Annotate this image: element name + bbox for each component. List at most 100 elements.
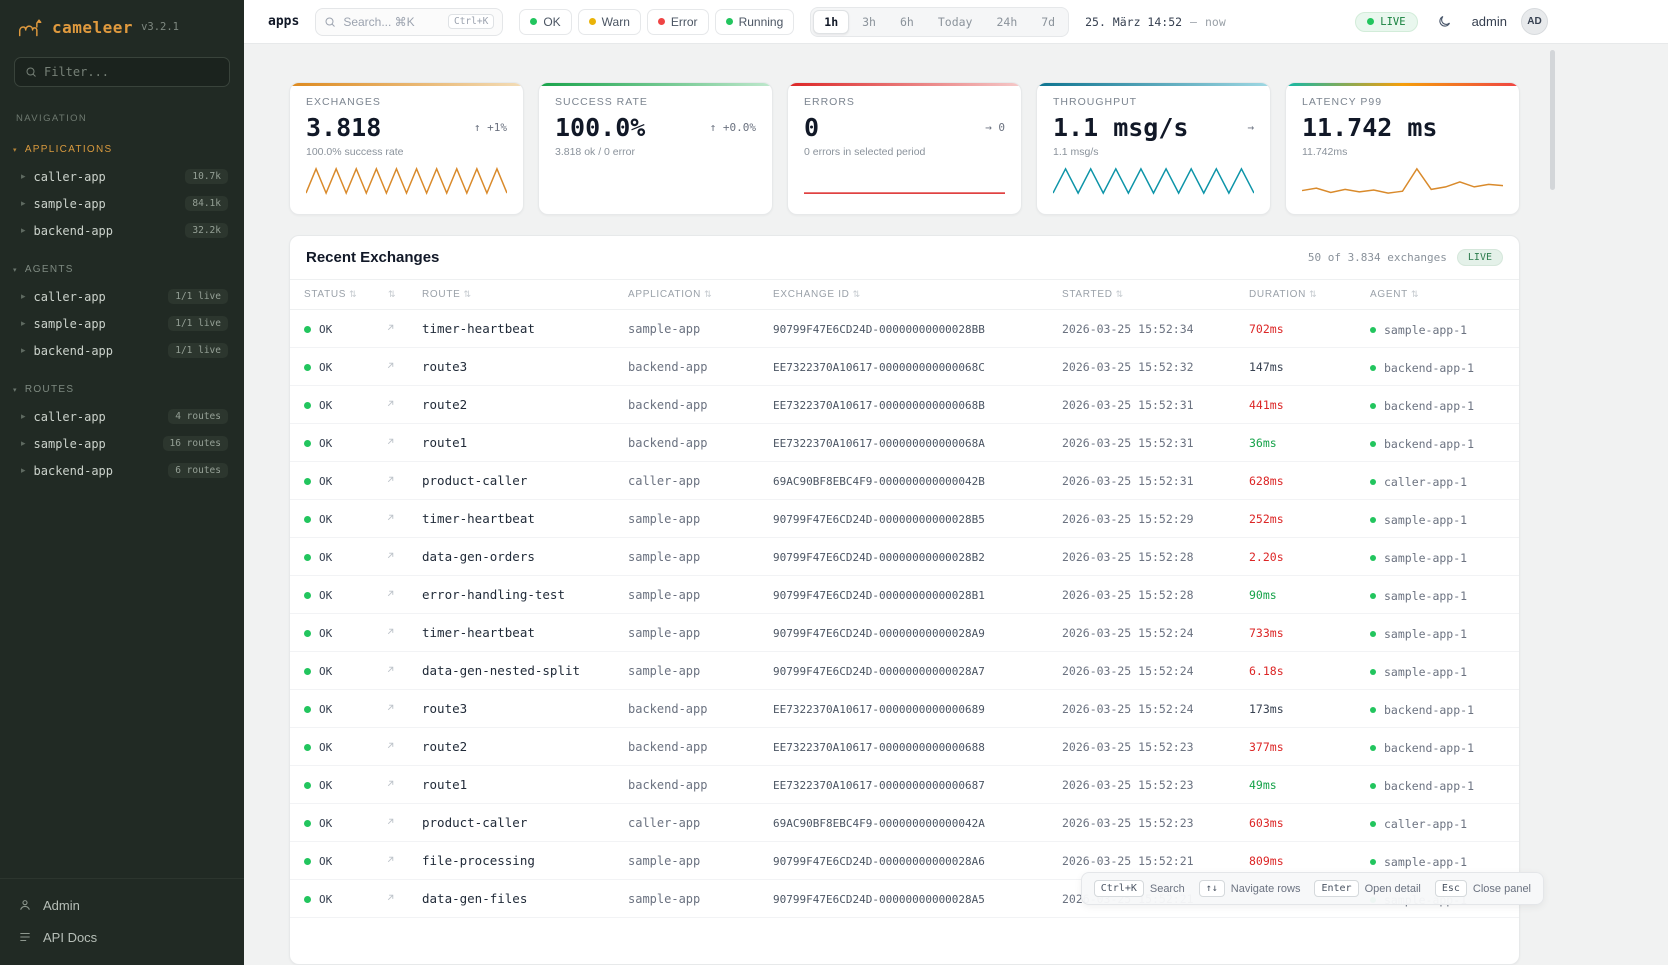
table-row[interactable]: OK route2 backend-app EE7322370A10617-00…: [290, 728, 1519, 766]
open-detail-icon[interactable]: [385, 550, 396, 561]
open-detail-icon[interactable]: [385, 740, 396, 751]
agent-status-dot: [1370, 327, 1376, 333]
search-placeholder: Search... ⌘K: [343, 15, 441, 29]
sidebar-item-caller-app[interactable]: ▸ caller-app 10.7k: [0, 163, 244, 190]
open-detail-icon[interactable]: [385, 436, 396, 447]
open-detail-icon[interactable]: [385, 816, 396, 827]
app-logo[interactable]: cameleer v3.2.1: [0, 0, 244, 51]
table-row[interactable]: OK route3 backend-app EE7322370A10617-00…: [290, 348, 1519, 386]
time-range-24h[interactable]: 24h: [985, 10, 1028, 34]
column-header-status[interactable]: STATUS⇅: [290, 280, 371, 310]
exchange-id: EE7322370A10617-0000000000000688: [773, 741, 985, 754]
table-row[interactable]: OK product-caller caller-app 69AC90BF8EB…: [290, 462, 1519, 500]
table-row[interactable]: OK route1 backend-app EE7322370A10617-00…: [290, 766, 1519, 804]
column-header-route[interactable]: ROUTE⇅: [408, 280, 614, 310]
table-row[interactable]: OK route3 backend-app EE7322370A10617-00…: [290, 690, 1519, 728]
time-range-1h[interactable]: 1h: [813, 10, 849, 34]
breadcrumb[interactable]: apps: [268, 14, 299, 29]
sidebar-item-label: backend-app: [34, 344, 113, 358]
sidebar-item-backend-app[interactable]: ▸ backend-app 32.2k: [0, 217, 244, 244]
user-name[interactable]: admin: [1472, 14, 1507, 29]
search-icon: [324, 16, 336, 28]
table-row[interactable]: OK route2 backend-app EE7322370A10617-00…: [290, 386, 1519, 424]
column-header-expand[interactable]: ⇅: [371, 280, 408, 310]
open-detail-icon[interactable]: [385, 322, 396, 333]
open-detail-icon[interactable]: [385, 474, 396, 485]
time-range-6h[interactable]: 6h: [889, 10, 925, 34]
sidebar-filter[interactable]: [14, 57, 230, 87]
sidebar-item-sample-app[interactable]: ▸ sample-app 1/1 live: [0, 310, 244, 337]
status-filter-running[interactable]: Running: [715, 9, 795, 35]
scrollbar[interactable]: [1550, 50, 1555, 920]
column-header-started[interactable]: STARTED⇅: [1048, 280, 1235, 310]
status-filter-warn[interactable]: Warn: [578, 9, 641, 35]
sidebar-item-sample-app[interactable]: ▸ sample-app 16 routes: [0, 430, 244, 457]
table-row[interactable]: OK data-gen-nested-split sample-app 9079…: [290, 652, 1519, 690]
column-header-exchange-id[interactable]: EXCHANGE ID⇅: [759, 280, 1048, 310]
sidebar-item-backend-app[interactable]: ▸ backend-app 1/1 live: [0, 337, 244, 364]
sidebar-item-caller-app[interactable]: ▸ caller-app 4 routes: [0, 403, 244, 430]
time-range-7d[interactable]: 7d: [1030, 10, 1066, 34]
exchange-id: 90799F47E6CD24D-00000000000028A6: [773, 855, 985, 868]
sidebar-footer: Admin API Docs: [0, 878, 244, 965]
agent-name: sample-app-1: [1384, 589, 1467, 603]
section-title[interactable]: ▾ ROUTES: [0, 384, 244, 395]
table-row[interactable]: OK timer-heartbeat sample-app 90799F47E6…: [290, 500, 1519, 538]
open-detail-icon[interactable]: [385, 588, 396, 599]
global-search[interactable]: Search... ⌘K Ctrl+K: [315, 8, 503, 36]
open-detail-icon[interactable]: [385, 664, 396, 675]
open-detail-icon[interactable]: [385, 626, 396, 637]
route-name: route2: [422, 739, 467, 754]
keyboard-hint: Esc Close panel: [1435, 880, 1531, 897]
dark-mode-toggle[interactable]: [1432, 9, 1458, 35]
status-filter-label: Running: [739, 15, 784, 29]
chevron-down-icon: ▾: [13, 266, 18, 274]
agent-status-dot: [1370, 745, 1376, 751]
sidebar-item-backend-app[interactable]: ▸ backend-app 6 routes: [0, 457, 244, 484]
date-range[interactable]: 25. März 14:52 — now: [1085, 15, 1226, 29]
status-filter-label: OK: [543, 15, 560, 29]
sidebar-item-admin[interactable]: Admin: [0, 889, 244, 921]
table-row[interactable]: OK route1 backend-app EE7322370A10617-00…: [290, 424, 1519, 462]
stat-subtext: 11.742ms: [1302, 146, 1503, 158]
status-filter-ok[interactable]: OK: [519, 9, 571, 35]
column-header-agent[interactable]: AGENT⇅: [1356, 280, 1519, 310]
section-title[interactable]: ▾ AGENTS: [0, 264, 244, 275]
open-detail-icon[interactable]: [385, 702, 396, 713]
open-detail-icon[interactable]: [385, 892, 396, 903]
table-row[interactable]: OK product-caller caller-app 69AC90BF8EB…: [290, 804, 1519, 842]
open-detail-icon[interactable]: [385, 398, 396, 409]
sidebar-item-caller-app[interactable]: ▸ caller-app 1/1 live: [0, 283, 244, 310]
route-name: route1: [422, 435, 467, 450]
duration-value: 49ms: [1249, 778, 1277, 792]
time-range-3h[interactable]: 3h: [851, 10, 887, 34]
column-header-application[interactable]: APPLICATION⇅: [614, 280, 759, 310]
table-row[interactable]: OK timer-heartbeat sample-app 90799F47E6…: [290, 310, 1519, 348]
stat-value: 11.742 ms: [1302, 113, 1437, 142]
sidebar-item-sample-app[interactable]: ▸ sample-app 84.1k: [0, 190, 244, 217]
live-badge[interactable]: LIVE: [1355, 12, 1417, 32]
footer-item-label: Admin: [43, 898, 80, 913]
time-range-today[interactable]: Today: [927, 10, 984, 34]
filter-input[interactable]: [44, 65, 219, 79]
chevron-right-icon: ▸: [21, 171, 26, 182]
table-row[interactable]: OK timer-heartbeat sample-app 90799F47E6…: [290, 614, 1519, 652]
duration-value: 252ms: [1249, 512, 1284, 526]
avatar[interactable]: AD: [1521, 8, 1548, 35]
agent-name: backend-app-1: [1384, 703, 1474, 717]
chevron-right-icon: ▸: [21, 318, 26, 329]
status-filter-error[interactable]: Error: [647, 9, 709, 35]
open-detail-icon[interactable]: [385, 854, 396, 865]
section-title[interactable]: ▾ APPLICATIONS: [0, 144, 244, 155]
open-detail-icon[interactable]: [385, 778, 396, 789]
open-detail-icon[interactable]: [385, 512, 396, 523]
column-header-duration[interactable]: DURATION⇅: [1235, 280, 1356, 310]
table-row[interactable]: OK error-handling-test sample-app 90799F…: [290, 576, 1519, 614]
open-detail-icon[interactable]: [385, 360, 396, 371]
table-row[interactable]: OK data-gen-orders sample-app 90799F47E6…: [290, 538, 1519, 576]
sidebar-item-api-docs[interactable]: API Docs: [0, 921, 244, 953]
started-timestamp: 2026-03-25 15:52:32: [1062, 360, 1194, 374]
route-name: product-caller: [422, 473, 527, 488]
sort-icon: ⇅: [704, 289, 712, 299]
stat-value: 100.0%: [555, 113, 645, 142]
